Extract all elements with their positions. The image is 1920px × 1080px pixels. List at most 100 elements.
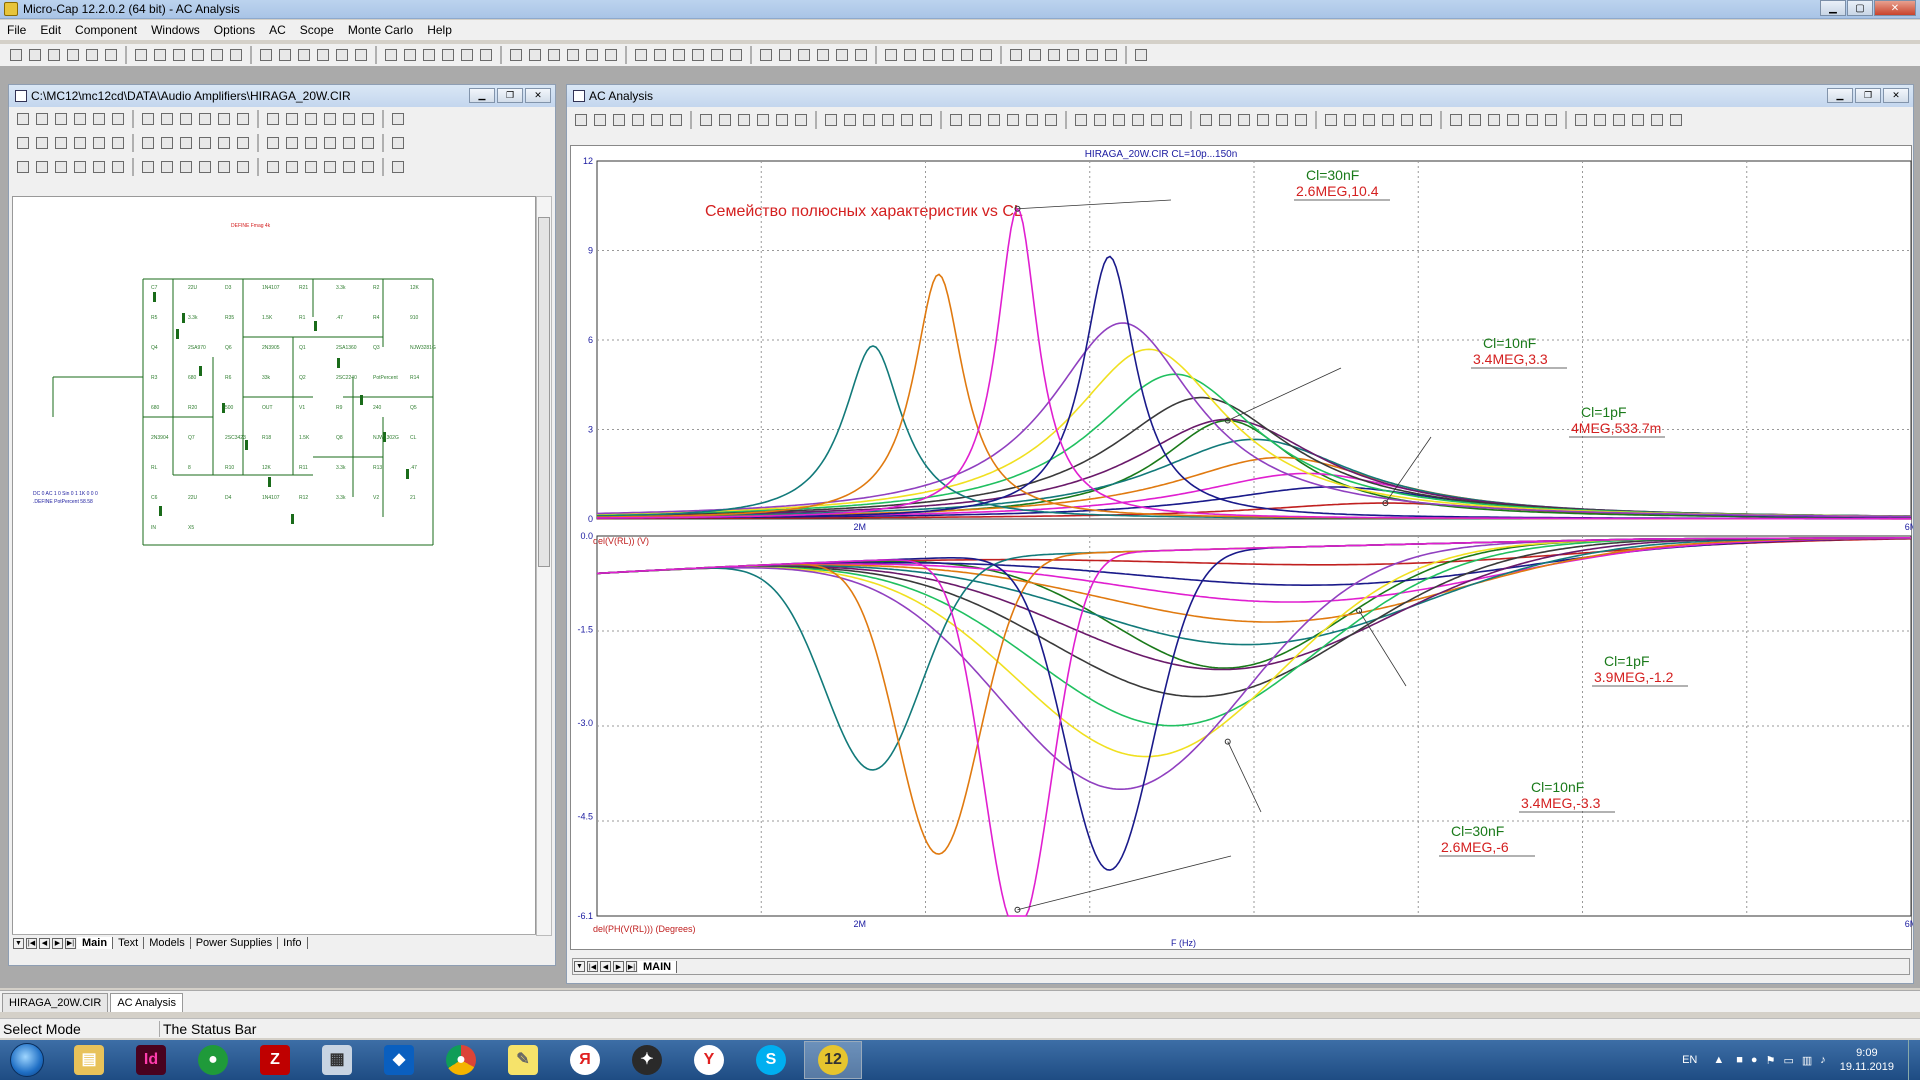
main-tool-icon[interactable] (978, 47, 994, 63)
schematic-tool-icon[interactable] (360, 111, 376, 127)
tray-expand-icon[interactable]: ▲ (1713, 1054, 1724, 1066)
schematic-tool-icon[interactable] (235, 135, 251, 151)
main-tool-icon[interactable] (671, 47, 687, 63)
taskbar-filezilla[interactable]: Z (246, 1041, 304, 1079)
analysis-tool-icon[interactable] (986, 112, 1002, 128)
analysis-tool-icon[interactable] (1149, 112, 1165, 128)
main-tool-icon[interactable] (1084, 47, 1100, 63)
main-tool-icon[interactable] (152, 47, 168, 63)
schematic-tool-icon[interactable] (216, 135, 232, 151)
tab-power-supplies[interactable]: Power Supplies (191, 937, 279, 949)
schematic-tool-icon[interactable] (303, 135, 319, 151)
analysis-tool-icon[interactable] (1198, 112, 1214, 128)
schematic-tool-icon[interactable] (140, 159, 156, 175)
schematic-tool-icon[interactable] (390, 111, 406, 127)
start-button[interactable] (10, 1043, 44, 1077)
analysis-minimize-button[interactable]: ▁ (1827, 88, 1853, 103)
close-button[interactable]: ✕ (1874, 0, 1916, 16)
schematic-tool-icon[interactable] (53, 111, 69, 127)
schematic-tool-icon[interactable] (216, 159, 232, 175)
analysis-tool-icon[interactable] (774, 112, 790, 128)
schematic-tool-icon[interactable] (53, 135, 69, 151)
main-tool-icon[interactable] (440, 47, 456, 63)
schematic-tool-icon[interactable] (53, 159, 69, 175)
main-tool-icon[interactable] (383, 47, 399, 63)
analysis-tool-icon[interactable] (755, 112, 771, 128)
schematic-tool-icon[interactable] (91, 135, 107, 151)
analysis-tool-icon[interactable] (1236, 112, 1252, 128)
taskbar-app-sticky[interactable]: ✎ (494, 1041, 552, 1079)
schematic-tool-icon[interactable] (265, 111, 281, 127)
main-tool-icon[interactable] (709, 47, 725, 63)
analysis-tool-icon[interactable] (1448, 112, 1464, 128)
schematic-tool-icon[interactable] (360, 135, 376, 151)
tray-nvidia-icon[interactable]: ■ (1736, 1054, 1743, 1066)
schematic-tool-icon[interactable] (178, 111, 194, 127)
schematic-tool-icon[interactable] (235, 111, 251, 127)
schematic-tool-icon[interactable] (34, 135, 50, 151)
analysis-tool-icon[interactable] (1092, 112, 1108, 128)
menu-scope[interactable]: Scope (293, 23, 341, 37)
analysis-tool-icon[interactable] (1486, 112, 1502, 128)
main-tool-icon[interactable] (353, 47, 369, 63)
analysis-tool-icon[interactable] (1293, 112, 1309, 128)
schematic-minimize-button[interactable]: ▁ (469, 88, 495, 103)
schematic-tool-icon[interactable] (235, 159, 251, 175)
main-tool-icon[interactable] (190, 47, 206, 63)
analysis-tool-icon[interactable] (1255, 112, 1271, 128)
main-tool-icon[interactable] (796, 47, 812, 63)
analysis-tool-icon[interactable] (668, 112, 684, 128)
schematic-tool-icon[interactable] (140, 111, 156, 127)
analysis-tool-icon[interactable] (1524, 112, 1540, 128)
analysis-tool-icon[interactable] (1649, 112, 1665, 128)
main-tool-icon[interactable] (478, 47, 494, 63)
main-tool-icon[interactable] (133, 47, 149, 63)
sheet-prev-first-icon[interactable]: |◀ (26, 937, 37, 949)
taskbar-calculator[interactable]: ▦ (308, 1041, 366, 1079)
analysis-tab-last-icon[interactable]: ▶| (626, 961, 637, 972)
taskbar-microcap[interactable]: 12 (804, 1041, 862, 1079)
analysis-tool-icon[interactable] (1217, 112, 1233, 128)
analysis-tool-icon[interactable] (1467, 112, 1483, 128)
main-tool-icon[interactable] (940, 47, 956, 63)
main-tool-icon[interactable] (584, 47, 600, 63)
minimize-button[interactable]: ▁ (1820, 0, 1846, 16)
menu-monte-carlo[interactable]: Monte Carlo (341, 23, 420, 37)
main-tool-icon[interactable] (315, 47, 331, 63)
analysis-tool-icon[interactable] (573, 112, 589, 128)
schematic-tool-icon[interactable] (284, 135, 300, 151)
analysis-tool-icon[interactable] (899, 112, 915, 128)
analysis-tool-icon[interactable] (1505, 112, 1521, 128)
schematic-tool-icon[interactable] (303, 159, 319, 175)
analysis-tool-icon[interactable] (880, 112, 896, 128)
analysis-tool-icon[interactable] (611, 112, 627, 128)
schematic-tool-icon[interactable] (265, 135, 281, 151)
schematic-tool-icon[interactable] (178, 159, 194, 175)
main-tool-icon[interactable] (508, 47, 524, 63)
analysis-tool-icon[interactable] (1668, 112, 1684, 128)
analysis-tool-icon[interactable] (630, 112, 646, 128)
schematic-vertical-scrollbar[interactable] (536, 196, 552, 936)
main-tool-icon[interactable] (815, 47, 831, 63)
tab-text[interactable]: Text (113, 937, 145, 949)
show-desktop-button[interactable] (1908, 1040, 1920, 1080)
schematic-tool-icon[interactable] (322, 111, 338, 127)
main-tool-icon[interactable] (921, 47, 937, 63)
analysis-tool-icon[interactable] (649, 112, 665, 128)
main-tool-icon[interactable] (853, 47, 869, 63)
analysis-tool-icon[interactable] (1399, 112, 1415, 128)
main-tool-icon[interactable] (171, 47, 187, 63)
doctab-schematic[interactable]: HIRAGA_20W.CIR (2, 993, 109, 1012)
main-tool-icon[interactable] (1133, 47, 1149, 63)
main-tool-icon[interactable] (1027, 47, 1043, 63)
menu-edit[interactable]: Edit (33, 23, 68, 37)
schematic-restore-button[interactable]: ❐ (497, 88, 523, 103)
taskbar-alien[interactable]: ✦ (618, 1041, 676, 1079)
analysis-tool-icon[interactable] (1573, 112, 1589, 128)
main-tool-icon[interactable] (777, 47, 793, 63)
tray-monitor-icon[interactable]: ▭ (1783, 1054, 1793, 1067)
analysis-tool-icon[interactable] (1418, 112, 1434, 128)
analysis-tool-icon[interactable] (1274, 112, 1290, 128)
analysis-tool-icon[interactable] (1024, 112, 1040, 128)
main-tool-icon[interactable] (228, 47, 244, 63)
